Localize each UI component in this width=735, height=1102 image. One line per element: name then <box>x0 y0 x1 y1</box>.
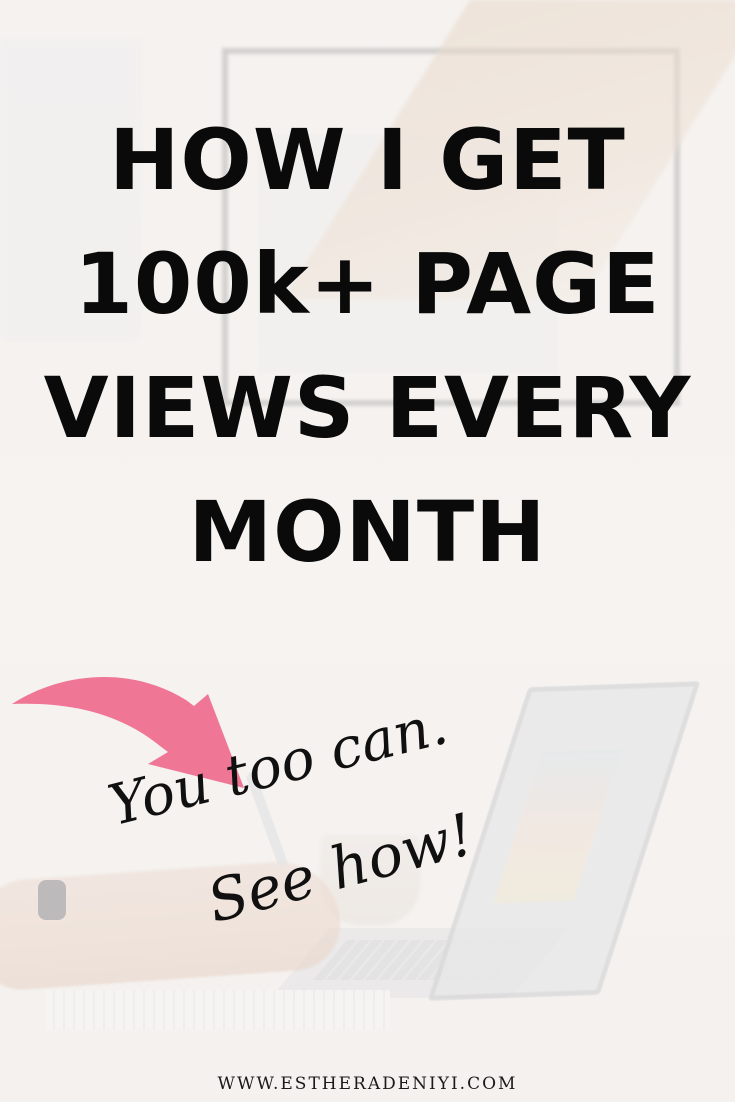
headline-line-2: 100k+ PAGE <box>74 235 661 333</box>
pin-graphic: HOW I GET 100k+ PAGE VIEWS EVERY MONTH Y… <box>0 0 735 1102</box>
headline-line-1: HOW I GET <box>109 111 626 209</box>
headline: HOW I GET 100k+ PAGE VIEWS EVERY MONTH <box>0 98 735 594</box>
headline-line-3: VIEWS EVERY <box>43 359 692 457</box>
website-url[interactable]: WWW.ESTHERADENIYI.COM <box>0 1074 735 1094</box>
headline-line-4: MONTH <box>188 483 547 581</box>
